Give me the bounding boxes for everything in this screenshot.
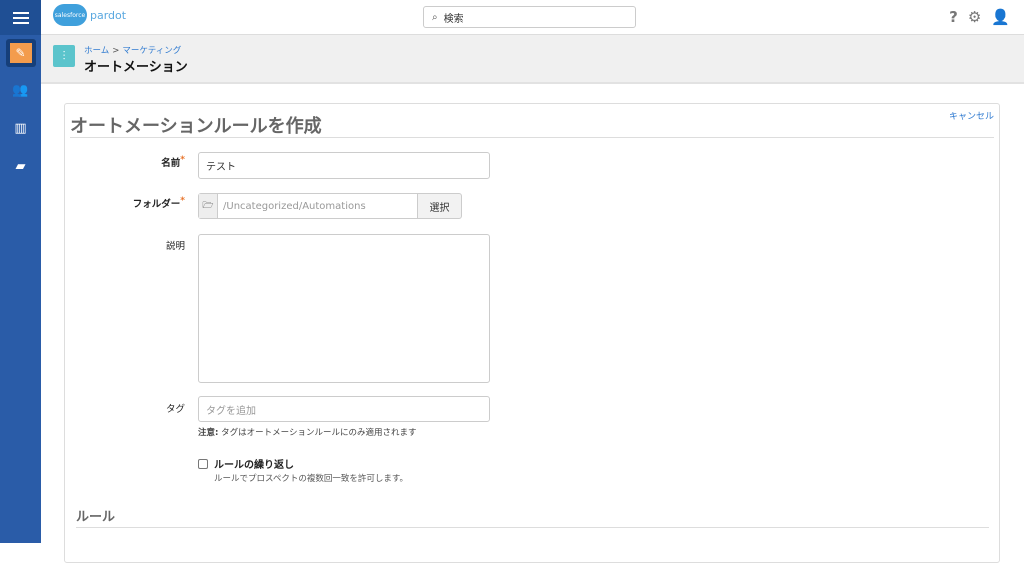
repeat-rule-help: ルールでプロスペクトの複数回一致を許可します。 <box>214 474 409 484</box>
chart-icon: ▥ <box>14 120 27 136</box>
description-label: 説明 <box>165 241 185 252</box>
repeat-rule-checkbox[interactable] <box>198 458 208 469</box>
help-icon[interactable]: ? <box>949 8 958 26</box>
name-label: 名前* <box>161 155 185 169</box>
sidebar-item-prospects[interactable]: 👥 <box>0 71 41 109</box>
magic-wand-icon: ✎ <box>9 43 32 63</box>
breadcrumb: ホーム > マーケティング <box>84 46 182 56</box>
form-panel: オートメーションルールを作成 キャンセル 名前* テスト フォルダー* 🗁 /U… <box>64 103 1000 563</box>
divider <box>70 137 994 138</box>
gear-icon[interactable]: ⚙ <box>968 8 981 26</box>
users-icon: 👥 <box>12 82 29 98</box>
logo[interactable]: salesforce pardot <box>53 4 126 26</box>
cancel-link[interactable]: キャンセル <box>949 109 994 122</box>
folder-icon: 🗁 <box>199 194 218 218</box>
description-textarea[interactable] <box>198 234 490 383</box>
sidebar-item-marketing[interactable]: ✎ <box>0 35 41 71</box>
page-header: ⫶ ホーム > マーケティング オートメーション <box>41 35 1024 84</box>
hamburger-icon <box>12 11 29 24</box>
page-title: オートメーション <box>84 60 188 75</box>
sidebar-item-admin[interactable]: ▰ <box>0 147 41 185</box>
folder-input: 🗁 /Uncategorized/Automations <box>198 193 418 219</box>
tags-label: タグ <box>165 404 185 415</box>
form-title: オートメーションルールを作成 <box>70 116 322 137</box>
tags-input[interactable]: タグを追加 <box>198 396 490 422</box>
breadcrumb-marketing[interactable]: マーケティング <box>122 46 181 56</box>
menu-button[interactable] <box>0 0 41 35</box>
sliders-icon: ⫶ <box>53 45 75 67</box>
top-bar: salesforce pardot ⌕ 検索 ? ⚙ 👤 <box>41 0 1024 35</box>
user-icon[interactable]: 👤 <box>991 8 1010 26</box>
sidebar-item-reports[interactable]: ▥ <box>0 109 41 147</box>
select-folder-button[interactable]: 選択 <box>417 193 462 219</box>
search-icon: ⌕ <box>432 11 438 23</box>
search-input[interactable]: ⌕ 検索 <box>423 6 636 28</box>
name-input[interactable]: テスト <box>198 152 490 179</box>
sidebar: ✎ 👥 ▥ ▰ <box>0 0 41 543</box>
divider <box>76 527 989 528</box>
repeat-rule-row: ルールの繰り返し <box>198 456 294 471</box>
tags-note: 注意: タグはオートメーションルールにのみ適用されます <box>198 428 417 438</box>
folder-label: フォルダー* <box>132 196 185 210</box>
briefcase-icon: ▰ <box>15 158 26 174</box>
rules-section-title: ルール <box>76 510 116 525</box>
breadcrumb-home[interactable]: ホーム <box>84 46 109 56</box>
